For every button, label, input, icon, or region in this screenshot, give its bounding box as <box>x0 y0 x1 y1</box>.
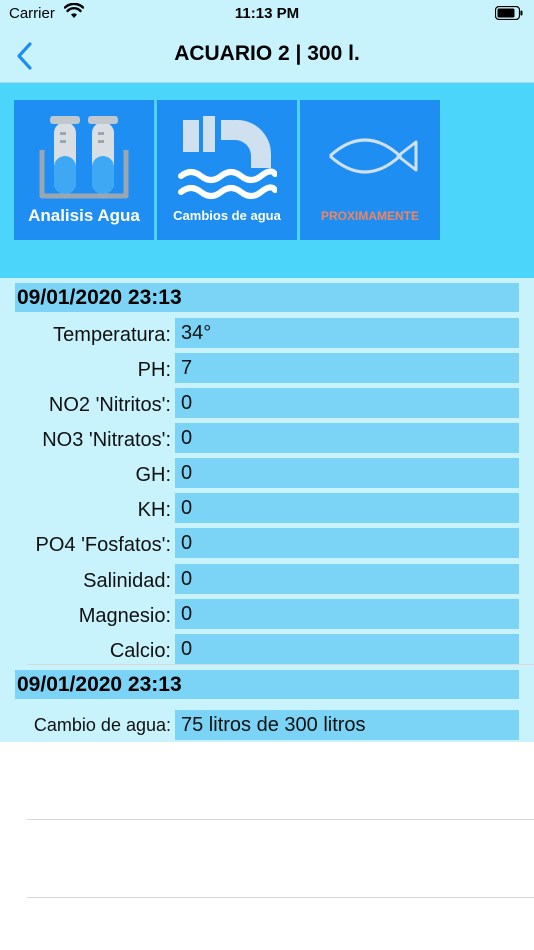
battery-icon <box>494 5 523 24</box>
kh-label: KH: <box>137 499 171 521</box>
no2-label: NO2 'Nitritos': <box>48 394 171 416</box>
gh-label: GH: <box>135 464 171 486</box>
proximamente-button[interactable]: PROXIMAMENTE <box>300 100 440 240</box>
page-title: ACUARIO 2 | 300 l. <box>174 42 360 65</box>
tile-bar: Analisis Agua Cambios de agua PROXIMAMEN… <box>0 83 534 278</box>
records-list: 09/01/2020 23:13 Temperatura: 34° PH: 7 … <box>0 278 534 742</box>
calcio-label: Calcio: <box>109 640 171 662</box>
analysis-date-header: 09/01/2020 23:13 <box>15 283 519 312</box>
kh-value: 0 <box>175 493 519 523</box>
water-change-date-header: 09/01/2020 23:13 <box>15 670 519 699</box>
no2-value: 0 <box>175 388 519 418</box>
water-change-value: 75 litros de 300 litros <box>175 710 519 740</box>
po4-label: PO4 'Fosfatos': <box>35 534 171 556</box>
calcio-value: 0 <box>175 634 519 664</box>
salinidad-value: 0 <box>175 564 519 594</box>
ph-label: PH: <box>137 359 171 381</box>
water-change-label: Cambio de agua: <box>33 715 171 735</box>
magnesio-value: 0 <box>175 599 519 629</box>
temperature-label: Temperatura: <box>53 324 171 346</box>
navigation-bar: ACUARIO 2 | 300 l. <box>0 30 534 83</box>
status-bar: Carrier 11:13 PM <box>0 0 534 30</box>
temperature-value: 34° <box>175 318 519 348</box>
no3-value: 0 <box>175 423 519 453</box>
row-separator <box>27 897 534 898</box>
cambios-de-agua-button[interactable]: Cambios de agua <box>157 100 297 240</box>
salinidad-label: Salinidad: <box>83 570 171 592</box>
tile-label: PROXIMAMENTE <box>320 209 419 223</box>
no3-label: NO3 'Nitratos': <box>42 429 171 451</box>
gh-value: 0 <box>175 458 519 488</box>
po4-value: 0 <box>175 528 519 558</box>
test-tubes-icon <box>39 116 129 199</box>
tile-label: Cambios de agua <box>173 208 281 223</box>
status-time: 11:13 PM <box>234 5 300 22</box>
analisis-agua-button[interactable]: Analisis Agua <box>14 100 154 240</box>
ph-value: 7 <box>175 353 519 383</box>
magnesio-label: Magnesio: <box>78 605 171 627</box>
row-separator <box>27 664 534 665</box>
row-separator <box>27 819 534 820</box>
tile-label: Analisis Agua <box>28 206 140 225</box>
fish-icon <box>328 138 418 174</box>
water-pipe-icon <box>178 116 277 199</box>
